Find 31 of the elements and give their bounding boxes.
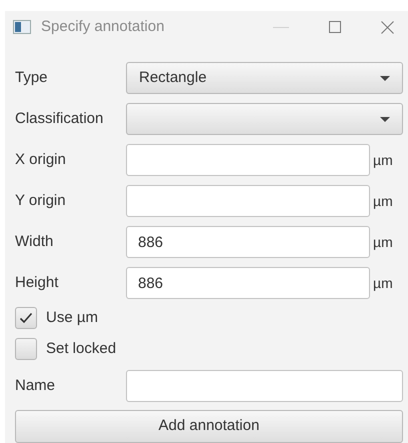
input-field[interactable]: 886 bbox=[126, 226, 370, 258]
checkbox-label: Use µm bbox=[46, 308, 98, 328]
unit-label: µm bbox=[373, 232, 393, 252]
maximize-button[interactable] bbox=[329, 21, 341, 33]
field-label: X origin bbox=[15, 150, 67, 170]
field-label: Width bbox=[15, 232, 54, 252]
unit-label: µm bbox=[373, 192, 393, 211]
add-annotation-button[interactable]: Add annotation bbox=[15, 410, 403, 443]
field-label: Height bbox=[15, 272, 60, 293]
unit-label: µm bbox=[373, 150, 393, 170]
field-label: Y origin bbox=[15, 190, 67, 211]
checkbox-label: Set locked bbox=[46, 338, 116, 359]
input-field[interactable] bbox=[126, 185, 370, 217]
dropdown[interactable]: Rectangle bbox=[126, 62, 403, 94]
caret-icon bbox=[380, 76, 390, 80]
unit-label: µm bbox=[373, 274, 393, 293]
checkbox[interactable] bbox=[15, 307, 37, 329]
minimize-button[interactable] bbox=[273, 26, 289, 28]
input-field[interactable]: 886 bbox=[126, 267, 370, 299]
caret-icon bbox=[380, 116, 390, 122]
field-label: Classification bbox=[15, 108, 104, 129]
input-field[interactable] bbox=[126, 144, 370, 176]
checkbox[interactable] bbox=[15, 338, 37, 360]
window-title: Specify annotation bbox=[41, 16, 164, 37]
field-label: Name bbox=[15, 376, 56, 396]
close-icon[interactable] bbox=[381, 20, 394, 34]
dropdown[interactable] bbox=[126, 103, 403, 135]
checkmark-icon bbox=[19, 312, 33, 324]
input-field[interactable] bbox=[126, 370, 403, 402]
field-label: Type bbox=[15, 68, 49, 88]
app-icon bbox=[13, 20, 31, 34]
